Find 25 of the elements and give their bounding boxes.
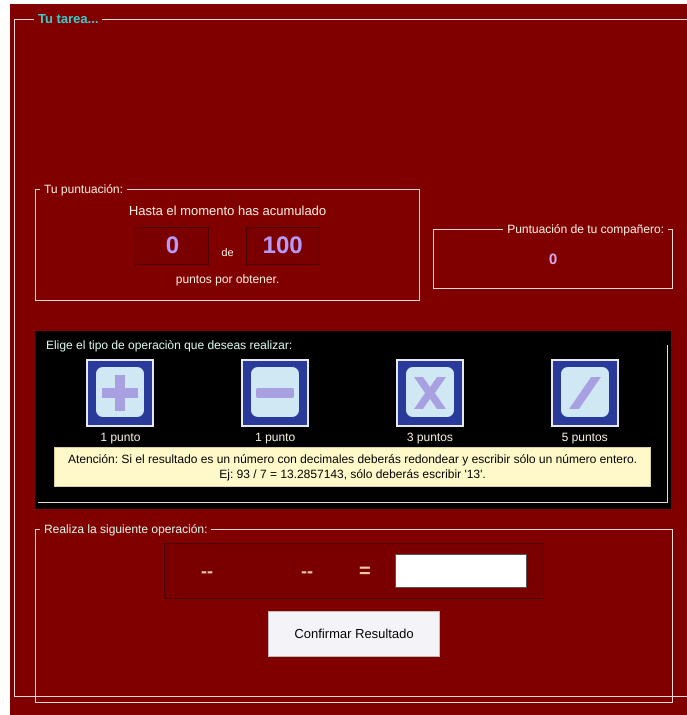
group-title: Realiza la siguiente operación: bbox=[44, 522, 208, 536]
target-score: 100 bbox=[246, 226, 320, 264]
points-label: 5 puntos bbox=[562, 429, 608, 446]
operand-text: -- bbox=[201, 560, 214, 582]
group-title: Puntuación de tu compañero: bbox=[507, 222, 664, 236]
add-operation-icon[interactable] bbox=[86, 359, 154, 427]
answer-field[interactable] bbox=[395, 554, 527, 588]
group-title: Tu puntuación: bbox=[44, 182, 123, 196]
group-title: Tu tarea... bbox=[38, 11, 98, 26]
divide-operation-icon[interactable] bbox=[550, 359, 619, 427]
multiply-operation-icon[interactable] bbox=[396, 359, 464, 427]
equals-sign: = bbox=[359, 559, 372, 584]
separator-text: de bbox=[221, 246, 234, 261]
group-title: Elige el tipo de operaciòn que deseas realizar: bbox=[46, 338, 292, 352]
score-suffix-text: puntos por obtener. bbox=[176, 270, 280, 288]
points-label: 1 punto bbox=[100, 429, 140, 446]
current-score: 0 bbox=[135, 226, 210, 264]
score-intro-text: Hasta el momento has acumulado bbox=[128, 202, 326, 220]
points-label: 3 puntos bbox=[406, 429, 453, 446]
partner-score: 0 bbox=[548, 250, 558, 270]
operand-text: -- bbox=[301, 560, 314, 582]
notice-text: Atención: Si el resultado es un número con decimales deberás redondear y escribir sólo un número entero. Ej: 93 / 7 = 13.2857143, sólo deberás escribir '13'. bbox=[54, 447, 651, 487]
confirm-button[interactable]: Confirmar Resultado bbox=[268, 611, 440, 657]
points-label: 1 punto bbox=[255, 429, 296, 446]
subtract-operation-icon[interactable] bbox=[241, 359, 310, 427]
